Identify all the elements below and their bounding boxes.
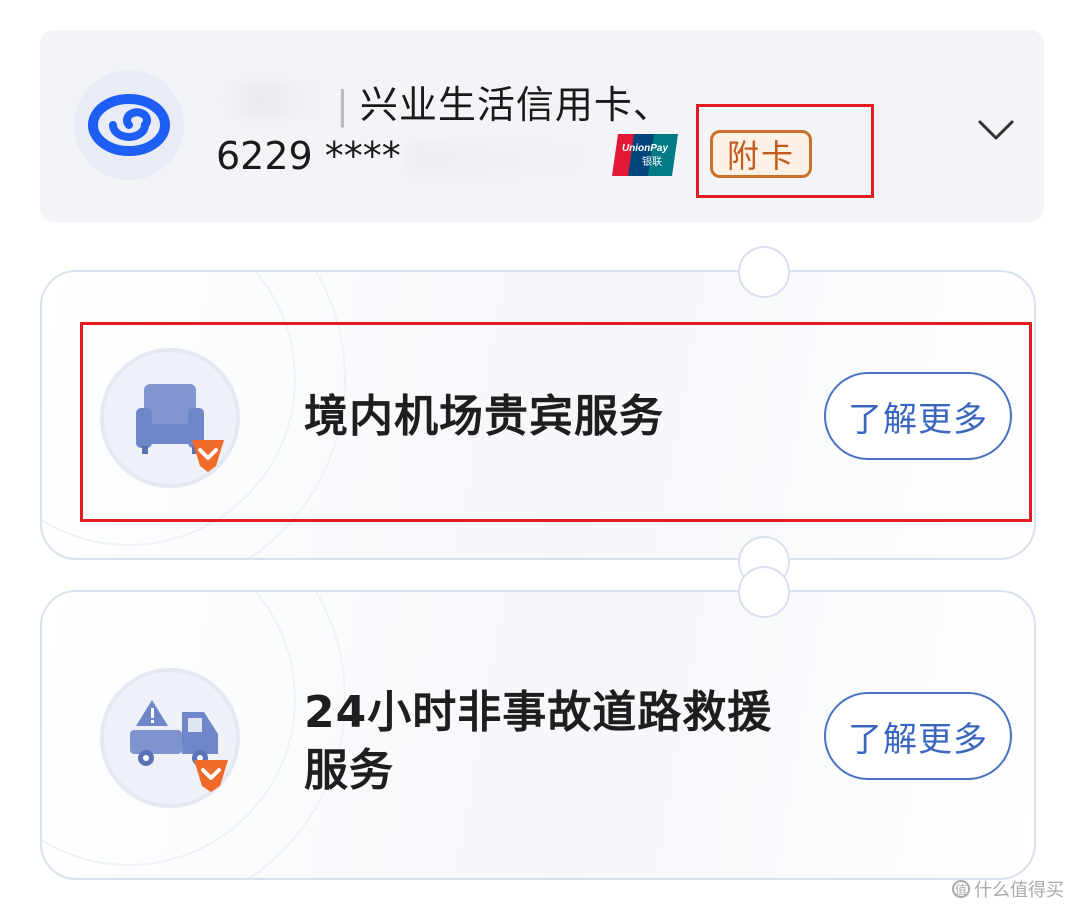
premium-badge-icon	[194, 760, 228, 792]
watermark: 值 什么值得买	[952, 876, 1064, 902]
masked-number	[408, 142, 598, 176]
ticket-notch	[738, 566, 790, 618]
bank-logo-icon	[88, 94, 170, 156]
benefit-title: 24小时非事故道路救援服务	[304, 687, 773, 796]
card-number: 6229 ****	[216, 134, 401, 178]
ticket-notch	[738, 246, 790, 298]
svg-text:银联: 银联	[642, 155, 662, 168]
card-name-text: 兴业生活信用卡、	[359, 83, 672, 127]
chevron-down-icon[interactable]	[974, 108, 1018, 152]
card-selector[interactable]: | 兴业生活信用卡、 6229 **** UnionPay 银联 附卡	[40, 30, 1044, 222]
annotation-box-sub-card	[696, 104, 874, 198]
benefit-card-road-rescue: 24小时非事故道路救援服务 了解更多	[40, 590, 1036, 880]
watermark-logo-icon: 值	[952, 880, 970, 898]
svg-text:UnionPay: UnionPay	[622, 143, 669, 154]
learn-more-button[interactable]: 了解更多	[824, 692, 1012, 780]
bank-logo	[74, 70, 184, 180]
watermark-text: 什么值得买	[974, 880, 1064, 901]
annotation-box-lounge	[80, 322, 1032, 522]
card-name: | 兴业生活信用卡、	[336, 83, 672, 127]
masked-name	[218, 82, 328, 118]
tow-truck-icon	[130, 700, 218, 766]
unionpay-logo-icon: UnionPay 银联	[612, 134, 678, 176]
